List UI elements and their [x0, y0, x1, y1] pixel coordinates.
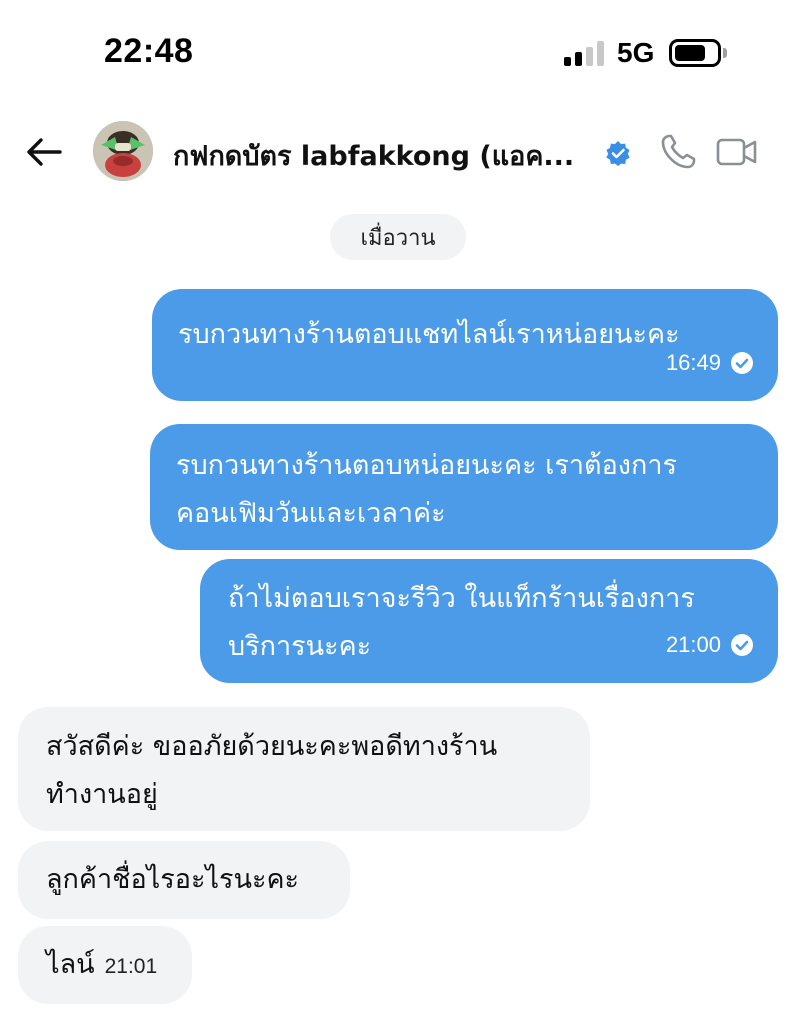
- message-text-line: รบกวนทางร้านตอบหน่อยนะคะ เราต้องการ: [176, 450, 677, 481]
- video-call-button[interactable]: [715, 132, 759, 172]
- contact-name[interactable]: กฟกดบัตร labfakkong (แอค...: [173, 134, 593, 177]
- incoming-message[interactable]: ไลน์ 21:01: [18, 926, 192, 1004]
- message-text: ลูกค้าชื่อไรอะไรนะคะ: [46, 864, 300, 895]
- battery-tip: [723, 48, 727, 58]
- verified-badge-icon: [606, 141, 630, 166]
- outgoing-message[interactable]: รบกวนทางร้านตอบหน่อยนะคะ เราต้องการ คอนเ…: [150, 424, 778, 550]
- read-receipt-icon: [731, 352, 753, 374]
- message-meta: 16:49: [666, 339, 754, 387]
- network-type-label: 5G: [617, 37, 655, 68]
- message-meta: 21:00: [666, 621, 754, 669]
- avatar-image: [93, 121, 153, 181]
- call-button[interactable]: [658, 132, 698, 172]
- message-time: 21:01: [104, 955, 158, 978]
- message-text-line: ทำงานอยู่: [46, 779, 158, 810]
- incoming-message[interactable]: ลูกค้าชื่อไรอะไรนะคะ: [18, 841, 350, 919]
- outgoing-message[interactable]: รบกวนทางร้านตอบแชทไลน์เราหน่อยนะคะ 16:49: [152, 289, 778, 401]
- cellular-signal-icon: [564, 40, 606, 66]
- message-text-line: คอนเฟิมวันและเวลาค่ะ: [176, 498, 446, 529]
- phone-icon: [661, 134, 696, 169]
- outgoing-message[interactable]: ถ้าไม่ตอบเราจะรีวิว ในแท็กร้านเรื่องการ …: [200, 559, 778, 683]
- date-separator: เมื่อวาน: [330, 214, 466, 260]
- video-camera-icon: [716, 138, 757, 166]
- arrow-left-icon: [27, 138, 62, 166]
- battery-icon: [669, 39, 721, 67]
- read-receipt-icon: [731, 634, 753, 656]
- avatar[interactable]: [93, 121, 153, 181]
- message-text-line: สวัสดีค่ะ ขออภัยด้วยนะคะพอดีทางร้าน: [46, 731, 498, 762]
- back-button[interactable]: [22, 130, 66, 174]
- chat-header: กฟกดบัตร labfakkong (แอค...: [0, 110, 796, 194]
- message-text: ไลน์: [46, 949, 95, 980]
- incoming-message[interactable]: สวัสดีค่ะ ขออภัยด้วยนะคะพอดีทางร้าน ทำงา…: [18, 707, 590, 831]
- message-time: 21:00: [665, 632, 721, 657]
- status-bar: 22:48 5G: [0, 0, 796, 100]
- message-text-line: ถ้าไม่ตอบเราจะรีวิว ในแท็กร้านเรื่องการ: [228, 583, 695, 614]
- status-time: 22:48: [104, 32, 194, 70]
- message-time: 16:49: [665, 350, 721, 375]
